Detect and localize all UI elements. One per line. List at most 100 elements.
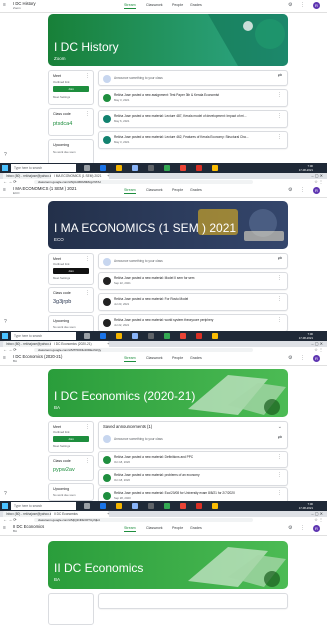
more-icon[interactable]: ⋮ — [277, 454, 282, 460]
more-icon[interactable]: ⋮ — [277, 134, 282, 140]
join-button[interactable]: Join — [53, 436, 89, 442]
taskview-icon[interactable] — [84, 333, 90, 339]
avatar[interactable]: R — [313, 355, 320, 362]
folder-icon[interactable] — [116, 165, 122, 171]
more-icon[interactable]: ⋮ — [277, 317, 282, 323]
tab-grades[interactable]: Grades — [190, 356, 202, 360]
url-field[interactable]: classroom.google.com/c/MjQ1NDk3OTUyNjk4 — [34, 518, 253, 522]
announce-box[interactable]: Announce something to your class ⇄ — [98, 70, 288, 86]
tab-people[interactable]: People — [172, 188, 183, 192]
more-icon[interactable]: ⋮ — [85, 424, 90, 430]
folder-icon[interactable] — [116, 333, 122, 339]
apps-icon[interactable]: ⋮ — [300, 188, 305, 193]
meet-settings[interactable]: Meet Settings — [53, 444, 70, 448]
join-button[interactable]: Join — [53, 86, 89, 92]
tab-classwork[interactable]: Classwork — [146, 526, 163, 530]
help-icon[interactable]: ? — [4, 491, 7, 497]
more-icon[interactable]: ⋮ — [85, 458, 90, 464]
avatar[interactable]: R — [313, 187, 320, 194]
tab-stream[interactable]: Stream — [124, 526, 136, 532]
edge-icon[interactable] — [100, 165, 106, 171]
media-icon[interactable] — [180, 503, 186, 509]
help-icon[interactable]: ? — [4, 319, 7, 325]
more-icon[interactable]: ⋮ — [85, 290, 90, 296]
more-icon[interactable]: ⋮ — [85, 73, 90, 79]
more-icon[interactable]: ⋮ — [277, 296, 282, 302]
more-icon[interactable]: ⋮ — [277, 92, 282, 98]
tab-grades[interactable]: Grades — [190, 188, 202, 192]
mail-icon[interactable] — [148, 503, 154, 509]
pdf-icon[interactable] — [196, 165, 202, 171]
list-item[interactable]: Rekha Jose posted a new material: Eco/20… — [98, 487, 288, 501]
taskbar-search[interactable]: Type here to search — [11, 502, 76, 510]
url-field[interactable]: classroom.google.com/c/NjUxMDM0MzgzNTAz — [34, 180, 253, 184]
help-icon[interactable]: ? — [4, 152, 7, 158]
photo-icon[interactable] — [164, 333, 170, 339]
menu-icon[interactable]: ≡ — [3, 3, 6, 8]
settings-icon[interactable]: ⚙ — [288, 188, 292, 193]
store-icon[interactable] — [132, 503, 138, 509]
windows-icon[interactable] — [2, 333, 8, 339]
tab-grades[interactable]: Grades — [190, 526, 202, 530]
tab-stream[interactable]: Stream — [124, 356, 136, 362]
taskview-icon[interactable] — [84, 165, 90, 171]
mail-icon[interactable] — [148, 333, 154, 339]
photo-icon[interactable] — [164, 165, 170, 171]
menu-icon[interactable]: ≡ — [3, 526, 6, 531]
pdf-icon[interactable] — [196, 503, 202, 509]
list-item[interactable]: Rekha Jose posted a new material: world … — [98, 314, 288, 331]
meet-settings[interactable]: Meet Settings — [53, 95, 70, 99]
apps-icon[interactable]: ⋮ — [300, 356, 305, 361]
avatar[interactable]: R — [313, 2, 320, 9]
tab-classwork[interactable]: Classwork — [146, 3, 163, 7]
windows-icon[interactable] — [2, 165, 8, 171]
windows-icon[interactable] — [2, 503, 8, 509]
url-field[interactable]: classroom.google.com/c/MTI5ODk4ODExNzQy — [34, 348, 253, 352]
announce-box[interactable] — [98, 593, 288, 609]
list-item[interactable]: Rekha Jose posted a new material: proble… — [98, 469, 288, 486]
tab-people[interactable]: People — [172, 526, 183, 530]
repost-icon[interactable]: ⇄ — [278, 73, 282, 79]
tab-grades[interactable]: Grades — [190, 3, 202, 7]
tab-people[interactable]: People — [172, 356, 183, 360]
more-icon[interactable]: ⋮ — [85, 256, 90, 262]
tab-classwork[interactable]: Classwork — [146, 188, 163, 192]
apps-icon[interactable]: ⋮ — [300, 3, 305, 8]
chrome-icon[interactable] — [212, 165, 218, 171]
more-icon[interactable]: ⋮ — [277, 275, 282, 281]
folder-icon[interactable] — [116, 503, 122, 509]
tab-stream[interactable]: Stream — [124, 188, 136, 194]
store-icon[interactable] — [132, 165, 138, 171]
chrome-icon[interactable] — [212, 503, 218, 509]
settings-icon[interactable]: ⚙ — [288, 356, 292, 361]
more-icon[interactable]: ⋮ — [277, 472, 282, 478]
tab-people[interactable]: People — [172, 3, 183, 7]
join-button[interactable]: Join — [53, 268, 89, 274]
more-icon[interactable]: ⋮ — [277, 490, 282, 496]
settings-icon[interactable]: ⚙ — [288, 526, 292, 531]
list-item[interactable]: Rekha Jose posted a new material: Defini… — [98, 451, 288, 468]
saved-announcements-box[interactable]: Saved announcements (1) ⌄ Announce somet… — [98, 421, 288, 449]
repost-icon[interactable]: ⇄ — [278, 256, 282, 262]
settings-icon[interactable]: ⚙ — [288, 3, 292, 8]
media-icon[interactable] — [180, 165, 186, 171]
media-icon[interactable] — [180, 333, 186, 339]
edge-icon[interactable] — [100, 333, 106, 339]
edge-icon[interactable] — [100, 503, 106, 509]
taskbar-search[interactable]: Type here to search — [11, 164, 76, 172]
pdf-icon[interactable] — [196, 333, 202, 339]
more-icon[interactable]: ⋮ — [277, 113, 282, 119]
list-item[interactable]: Rekha Jose posted a new material: Lectur… — [98, 131, 288, 149]
store-icon[interactable] — [132, 333, 138, 339]
chrome-icon[interactable] — [212, 333, 218, 339]
meet-settings[interactable]: Meet Settings — [53, 276, 70, 280]
tab-stream[interactable]: Stream — [124, 3, 136, 9]
list-item[interactable]: Rekha Jose posted a new assignment: Test… — [98, 89, 288, 107]
more-icon[interactable]: ⋮ — [85, 111, 90, 117]
list-item[interactable]: Rekha Jose posted a new material: Model … — [98, 272, 288, 290]
menu-icon[interactable]: ≡ — [3, 188, 6, 193]
repost-icon[interactable]: ⇄ — [278, 435, 282, 441]
taskview-icon[interactable] — [84, 503, 90, 509]
photo-icon[interactable] — [164, 503, 170, 509]
list-item[interactable]: Rekha Jose posted a new material: For Ro… — [98, 293, 288, 311]
